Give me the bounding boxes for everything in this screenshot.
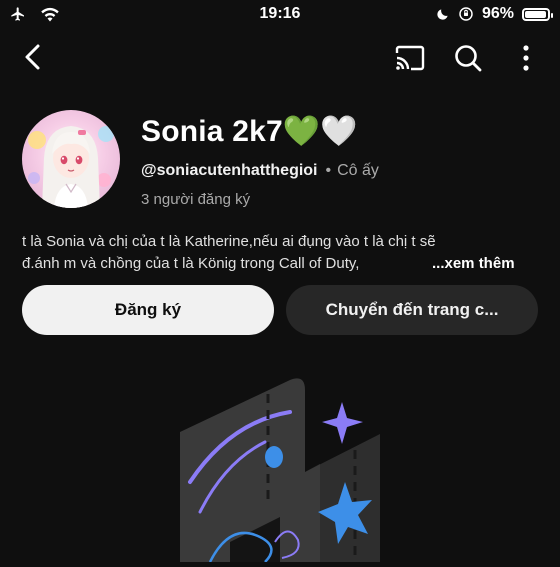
more-vert-icon: [523, 45, 529, 71]
channel-handle: @soniacutenhatthegioi: [141, 162, 318, 179]
orientation-lock-icon: [459, 7, 473, 21]
meta-separator: •: [325, 162, 332, 179]
top-app-bar: [0, 36, 560, 80]
cast-icon: [395, 45, 425, 71]
empty-state-illustration: [170, 372, 400, 563]
go-to-channel-button[interactable]: Chuyển đến trang c...: [286, 285, 538, 335]
status-bar: 19:16 96%: [0, 0, 560, 30]
back-button[interactable]: [18, 42, 48, 72]
avatar-image: [22, 110, 120, 208]
pronoun-label: Cô ấy: [337, 162, 379, 179]
description-line-2-row: đ.ánh m và chồng của t là König trong Ca…: [22, 253, 542, 275]
description-line-2: đ.ánh m và chồng của t là König trong Ca…: [22, 255, 360, 272]
back-chevron-icon: [25, 44, 40, 70]
channel-avatar[interactable]: [22, 110, 120, 208]
handle-row: @soniacutenhatthegioi • Cô ấy: [141, 162, 379, 180]
channel-description[interactable]: t là Sonia và chị của t là Katherine,nếu…: [22, 231, 542, 275]
subscribe-button[interactable]: Đăng ký: [22, 285, 274, 335]
show-more-link[interactable]: ...xem thêm: [432, 253, 515, 275]
subscriber-count: 3 người đăng ký: [141, 191, 251, 208]
battery-icon: [522, 7, 553, 21]
status-right: 96%: [436, 5, 553, 23]
cast-button[interactable]: [394, 42, 426, 74]
more-options-button[interactable]: [510, 42, 542, 74]
search-icon: [455, 45, 482, 72]
moon-icon: [437, 9, 448, 20]
top-actions: [394, 42, 542, 74]
description-line-1: t là Sonia và chị của t là Katherine,nếu…: [22, 233, 436, 250]
channel-name: Sonia 2k7💚🤍: [141, 115, 358, 148]
empty-channel-illustration: [180, 378, 380, 563]
battery-percent: 96%: [481, 5, 514, 22]
battery-fill: [525, 10, 546, 18]
search-button[interactable]: [452, 42, 484, 74]
